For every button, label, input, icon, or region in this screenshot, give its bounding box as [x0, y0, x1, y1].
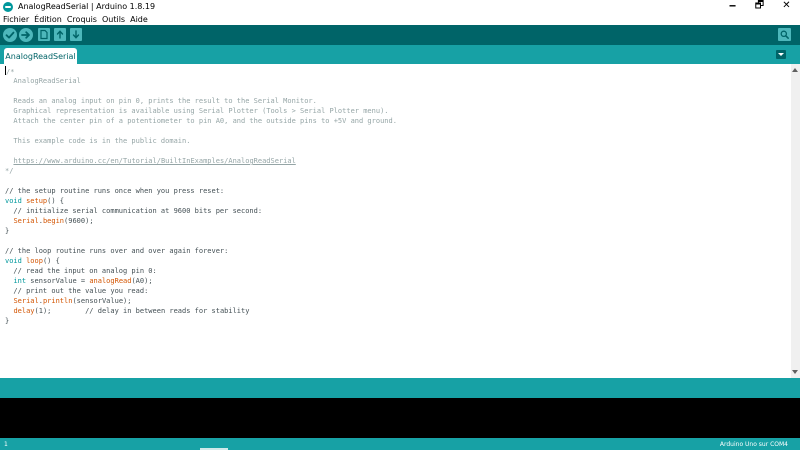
code-token: }: [5, 317, 10, 325]
code-token: delay: [13, 307, 35, 315]
code-line: This example code is in the public domai…: [5, 136, 397, 146]
code-token: This example code is in the public domai…: [5, 137, 191, 145]
code-link[interactable]: https://www.arduino.cc/en/Tutorial/Built…: [13, 157, 295, 165]
code-token: // delay in between reads for stability: [85, 307, 250, 315]
tab-bar: AnalogReadSerial: [0, 45, 800, 64]
line-number: 1: [4, 441, 8, 448]
menu-edition[interactable]: Édition: [34, 15, 62, 24]
code-line: /*: [5, 66, 397, 76]
save-button[interactable]: [70, 28, 82, 41]
menu-croquis[interactable]: Croquis: [67, 15, 97, 24]
window-controls: 🗕 🗗 ✕: [719, 0, 800, 13]
code-line: // the loop routine runs over and over a…: [5, 246, 397, 256]
code-line: Serial.begin(9600);: [5, 216, 397, 226]
code-token: setup: [26, 197, 48, 205]
code-token: (A0);: [131, 277, 153, 285]
code-token: */: [5, 167, 14, 175]
code-token: (9600);: [64, 217, 94, 225]
code-token: println: [42, 297, 73, 305]
code-token: void: [5, 257, 22, 265]
verify-icon: [5, 31, 15, 39]
console-output[interactable]: [0, 398, 800, 438]
code-token: // read the input on analog pin 0:: [5, 267, 157, 275]
code-token: Serial: [13, 297, 39, 305]
code-token: analogRead: [89, 277, 132, 285]
save-icon: [72, 30, 80, 39]
code-token: loop: [26, 257, 43, 265]
code-token: (1);: [34, 307, 86, 315]
code-line: // read the input on analog pin 0:: [5, 266, 397, 276]
code-editor[interactable]: /* AnalogReadSerial Reads an analog inpu…: [0, 64, 791, 378]
code-token: Serial: [13, 217, 39, 225]
serial-monitor-button[interactable]: [778, 28, 791, 41]
code-token: // the setup routine runs once when you …: [5, 187, 225, 195]
code-token: begin: [42, 217, 65, 225]
toolbar: [0, 25, 800, 45]
code-area[interactable]: /* AnalogReadSerial Reads an analog inpu…: [5, 66, 397, 326]
code-line: Reads an analog input on pin 0, prints t…: [5, 96, 397, 106]
code-line: delay(1); // delay in between reads for …: [5, 306, 397, 316]
code-token: sensorValue =: [26, 277, 90, 285]
code-line: }: [5, 226, 397, 236]
code-line: void setup() {: [5, 196, 397, 206]
code-token: int: [13, 277, 27, 285]
code-line: // the setup routine runs once when you …: [5, 186, 397, 196]
maximize-button[interactable]: 🗗: [746, 0, 773, 13]
board-port: Arduino Uno sur COM4: [719, 441, 788, 448]
title-bar: AnalogReadSerial | Arduino 1.8.19 🗕 🗗 ✕: [0, 0, 800, 13]
code-token: }: [5, 227, 10, 235]
upload-icon: [21, 31, 30, 39]
close-button[interactable]: ✕: [773, 0, 800, 13]
code-line: // initialize serial communication at 96…: [5, 206, 397, 216]
menu-aide[interactable]: Aide: [130, 15, 148, 24]
code-line: void loop() {: [5, 256, 397, 266]
scroll-down-arrow-icon[interactable]: [792, 369, 799, 376]
code-token: Attach the center pin of a potentiometer…: [5, 117, 397, 125]
code-token: // the loop routine runs over and over a…: [5, 247, 229, 255]
code-token: AnalogReadSerial: [5, 77, 81, 85]
menu-bar: Fichier Édition Croquis Outils Aide: [0, 13, 800, 25]
tab-menu-button[interactable]: [776, 50, 786, 59]
code-token: // initialize serial communication at 96…: [5, 207, 263, 215]
code-token: /*: [6, 68, 15, 76]
window-title: AnalogReadSerial | Arduino 1.8.19: [18, 2, 156, 11]
serial-monitor-icon: [780, 30, 789, 39]
code-line: Serial.println(sensorValue);: [5, 296, 397, 306]
status-bar: 1 Arduino Uno sur COM4: [0, 438, 800, 450]
code-line: int sensorValue = analogRead(A0);: [5, 276, 397, 286]
code-token: () {: [42, 257, 60, 265]
tab-analogreadserial[interactable]: AnalogReadSerial: [4, 48, 77, 64]
code-line: https://www.arduino.cc/en/Tutorial/Built…: [5, 156, 397, 166]
upload-button[interactable]: [19, 28, 33, 42]
new-sketch-button[interactable]: [38, 28, 50, 41]
editor-scrollbar[interactable]: [791, 64, 800, 378]
menu-outils[interactable]: Outils: [102, 15, 125, 24]
code-line: AnalogReadSerial: [5, 76, 397, 86]
code-token: Graphical representation is available us…: [5, 107, 389, 115]
code-token: // print out the value you read:: [5, 287, 149, 295]
message-area: [0, 378, 800, 398]
code-line: */: [5, 166, 397, 176]
verify-button[interactable]: [3, 28, 17, 42]
code-line: // print out the value you read:: [5, 286, 397, 296]
open-icon: [56, 30, 64, 39]
minimize-button[interactable]: 🗕: [719, 0, 746, 13]
code-token: void: [5, 197, 22, 205]
open-button[interactable]: [54, 28, 66, 41]
code-line: }: [5, 316, 397, 326]
menu-fichier[interactable]: Fichier: [3, 15, 29, 24]
code-token: (sensorValue);: [72, 297, 132, 305]
scroll-up-arrow-icon[interactable]: [792, 66, 799, 73]
code-token: Reads an analog input on pin 0, prints t…: [5, 97, 317, 105]
new-icon: [40, 29, 48, 40]
code-token: () {: [47, 197, 65, 205]
code-line: Attach the center pin of a potentiometer…: [5, 116, 397, 126]
arduino-logo-icon: [3, 1, 13, 12]
code-line: Graphical representation is available us…: [5, 106, 397, 116]
